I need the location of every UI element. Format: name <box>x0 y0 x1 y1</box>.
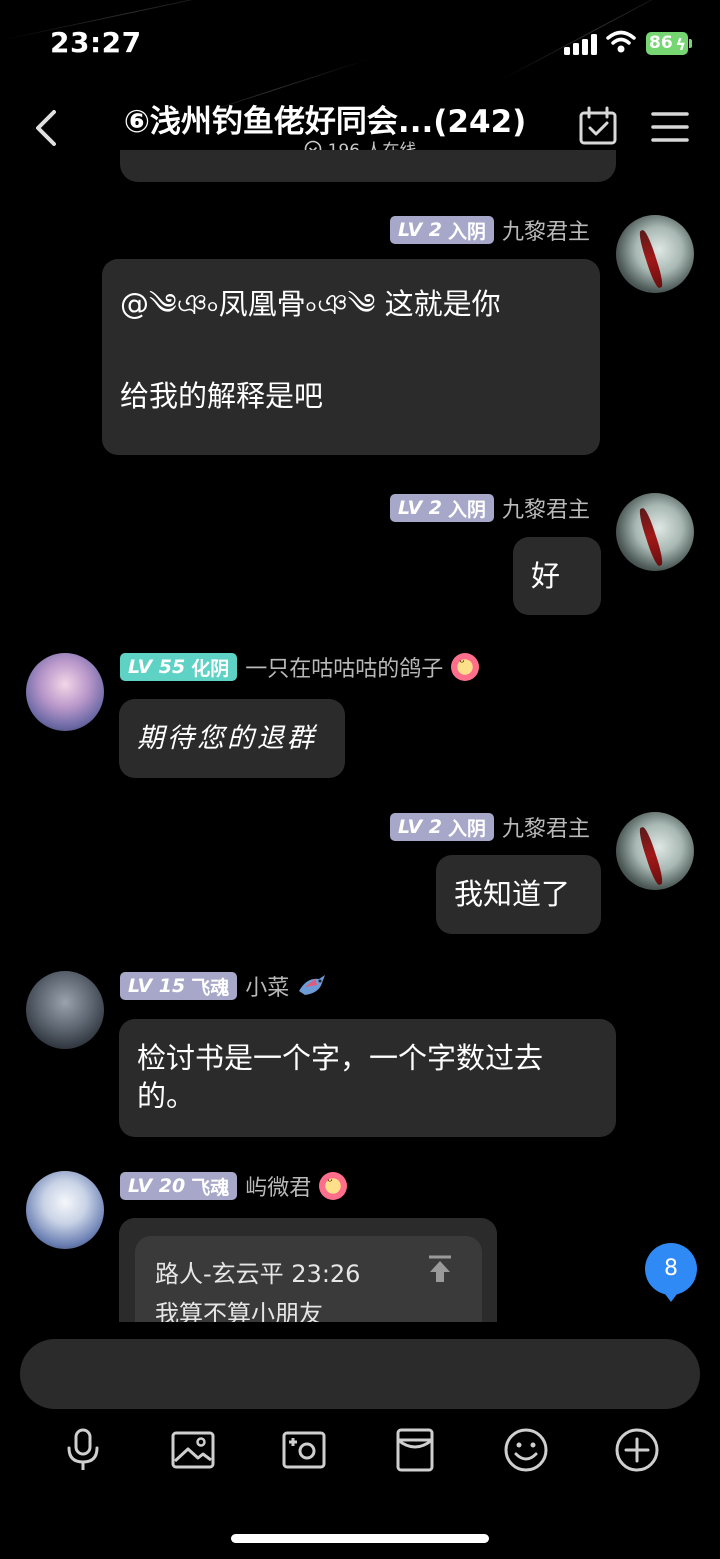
sender-name[interactable]: 小菜 <box>245 970 289 1002</box>
message-bubble[interactable]: 好 <box>513 537 601 615</box>
message-meta: LV 55 化阴 一只在咕咕咕的鸽子 <box>120 651 480 683</box>
message-text: 好 <box>531 559 561 593</box>
message-input[interactable] <box>20 1339 700 1409</box>
sender-name[interactable]: 九黎君主 <box>502 214 590 246</box>
previous-message-bubble <box>120 150 616 182</box>
unread-count-badge[interactable]: 8 <box>645 1243 697 1302</box>
message-meta: LV 20 飞魂 屿微君 <box>120 1170 348 1202</box>
level-badge: LV 55 化阴 <box>120 653 238 681</box>
avatar[interactable] <box>26 653 104 731</box>
message-bubble[interactable]: 检讨书是一个字，一个字数过去 的。 <box>119 1019 616 1137</box>
message-line: 的。 <box>137 1079 196 1113</box>
charging-bolt-icon: ϟ <box>675 35 686 54</box>
bird-badge-icon <box>299 975 326 995</box>
plus-icon[interactable] <box>614 1427 660 1473</box>
avatar[interactable] <box>616 812 694 890</box>
message-text: 期待您的退群 <box>137 723 317 754</box>
avatar[interactable] <box>26 1171 104 1249</box>
home-indicator[interactable] <box>231 1534 489 1543</box>
level-badge: LV 2 入阴 <box>390 494 495 522</box>
wifi-icon <box>606 30 636 53</box>
message-bubble[interactable]: 我知道了 <box>436 855 601 934</box>
avatar[interactable] <box>616 215 694 293</box>
image-icon[interactable] <box>170 1427 216 1473</box>
message-meta: LV 2 入阴 九黎君主 <box>390 812 590 842</box>
camera-icon[interactable] <box>281 1427 327 1473</box>
message-line: 检讨书是一个字，一个字数过去 <box>137 1041 544 1075</box>
message-text: 我知道了 <box>454 877 571 911</box>
message-line: @༄ঞ৹凤凰骨৹ঞ༄ 这就是你 <box>120 287 501 321</box>
battery-indicator: 86 ϟ <box>646 32 688 55</box>
flower-badge-icon <box>451 653 480 681</box>
battery-nub <box>689 39 692 48</box>
message-meta: LV 15 飞魂 小菜 <box>120 971 327 1001</box>
sender-name[interactable]: 一只在咕咕咕的鸽子 <box>245 651 443 683</box>
sender-name[interactable]: 屿微君 <box>245 1170 311 1202</box>
battery-level: 86 <box>649 33 673 53</box>
group-title[interactable]: ⑥浅州钓鱼佬好同会...(242) <box>100 96 550 141</box>
flower-badge-icon <box>319 1172 348 1200</box>
jump-to-top-icon[interactable] <box>425 1254 455 1284</box>
back-chevron-icon[interactable] <box>30 108 66 148</box>
message-bubble[interactable]: @༄ঞ৹凤凰骨৹ঞ༄ 这就是你 给我的解释是吧 <box>102 259 600 455</box>
message-meta: LV 2 入阴 九黎君主 <box>390 493 590 523</box>
message-meta: LV 2 入阴 九黎君主 <box>390 215 590 245</box>
level-badge: LV 20 飞魂 <box>120 1172 238 1200</box>
level-badge: LV 15 飞魂 <box>120 972 238 1000</box>
emoji-icon[interactable] <box>503 1427 549 1473</box>
status-time: 23:27 <box>50 26 142 59</box>
sender-name[interactable]: 九黎君主 <box>502 811 590 843</box>
avatar[interactable] <box>616 493 694 571</box>
cellular-signal-icon <box>564 33 600 55</box>
sender-name[interactable]: 九黎君主 <box>502 492 590 524</box>
message-bubble[interactable]: 期待您的退群 <box>119 699 345 778</box>
level-badge: LV 2 入阴 <box>390 216 495 244</box>
microphone-icon[interactable] <box>60 1427 106 1473</box>
calendar-check-icon[interactable] <box>578 106 618 146</box>
quote-header: 路人-玄云平 23:26 <box>155 1260 361 1288</box>
message-line: 给我的解释是吧 <box>120 379 324 413</box>
avatar[interactable] <box>26 971 104 1049</box>
red-packet-icon[interactable] <box>392 1427 438 1473</box>
menu-icon[interactable] <box>650 110 690 144</box>
level-badge: LV 2 入阴 <box>390 813 495 841</box>
